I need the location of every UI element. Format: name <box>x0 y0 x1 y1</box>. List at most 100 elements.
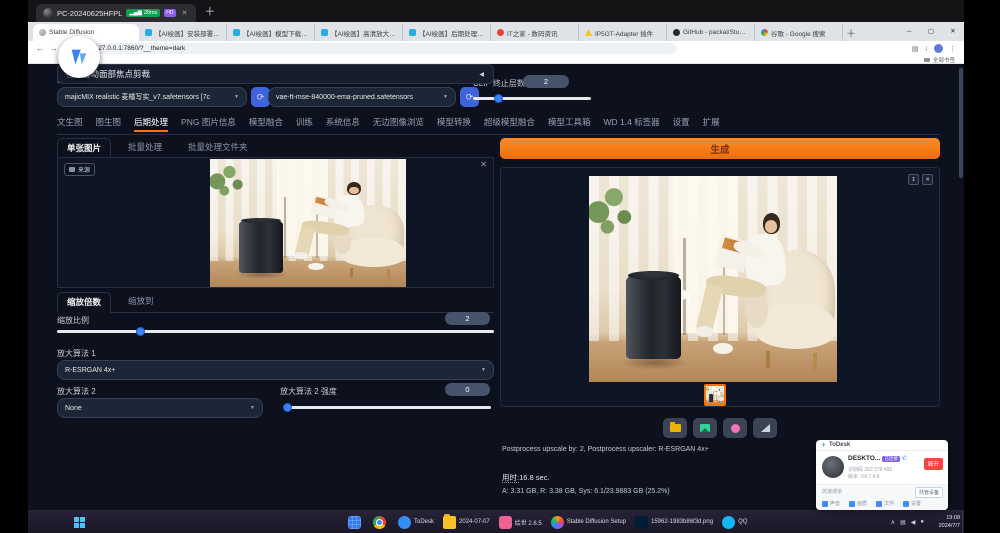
back-icon[interactable]: ← <box>36 44 44 53</box>
upscaler2-dropdown[interactable]: None▼ <box>57 398 263 418</box>
output-thumbnail[interactable] <box>704 384 726 406</box>
tab-favicon <box>321 29 328 36</box>
tray-network-icon[interactable]: ● <box>920 519 924 525</box>
webui-tab[interactable]: 文生图 <box>57 114 83 130</box>
host-device-button[interactable]: 托管设备 <box>915 487 943 498</box>
new-session-button[interactable]: ＋ <box>204 3 215 19</box>
taskbar-app[interactable]: 绘世 2.6.5 <box>499 516 542 529</box>
webui-tab[interactable]: WD 1.4 标签器 <box>603 114 659 130</box>
all-bookmarks-label[interactable]: 全部书签 <box>933 56 955 64</box>
close-session-icon[interactable]: ✕ <box>180 9 190 17</box>
webui-tab[interactable]: 设置 <box>673 114 690 130</box>
tray-volume-icon[interactable]: ◀ <box>911 519 916 526</box>
clip-skip-slider[interactable] <box>473 97 591 100</box>
browser-tab[interactable]: 【AI绘画】安装部署教程 - 哔哩哔哩 <box>139 24 227 41</box>
close-window-button[interactable]: ✕ <box>942 22 964 41</box>
webui-tab-bar: 文生图图生图后期处理 PNG 图片信息模型融合训练系统信息无边图像浏览模型转换超级… <box>57 114 940 135</box>
webui-tab[interactable]: 扩展 <box>703 114 720 130</box>
scale-mode-tab[interactable]: 缩放倍数 <box>57 292 111 313</box>
browser-tab[interactable]: IP5GT-Adapter 插件 <box>579 24 667 41</box>
source-image-dropzone[interactable]: 来源 ✕ <box>57 157 494 288</box>
minimize-button[interactable]: ─ <box>898 22 920 41</box>
taskbar-app[interactable]: 15962-1983b86f3d.png <box>635 516 713 529</box>
slider-handle[interactable] <box>283 403 292 412</box>
vae-dropdown[interactable]: vae-ft-mse-840000-ema-pruned.safetensors… <box>268 87 456 107</box>
upscaler2-visibility-slider[interactable] <box>283 406 491 409</box>
browser-tab[interactable]: GitHub - packai/Studio <box>667 24 755 41</box>
browser-tab[interactable]: 【AI绘画】模型下载使用 - 哔哩哔哩 <box>227 24 315 41</box>
open-folder-button[interactable] <box>663 418 687 438</box>
extras-subtab[interactable]: 批量处理文件夹 <box>179 138 257 158</box>
page-scrollbar[interactable] <box>959 68 963 178</box>
forward-icon[interactable]: → <box>50 44 58 53</box>
webui-tab[interactable]: 系统信息 <box>326 114 360 130</box>
webui-tab[interactable]: 图生图 <box>96 114 122 130</box>
webui-tab[interactable]: 模型融合 <box>249 114 283 130</box>
clip-skip-value[interactable]: 2 <box>523 75 569 88</box>
start-button[interactable] <box>74 517 85 528</box>
scale-ratio-slider[interactable] <box>57 330 494 333</box>
todesk-tool-button[interactable]: 画质 <box>849 500 867 507</box>
send-to-icon[interactable]: ↥ <box>908 174 919 185</box>
save-zip-button[interactable] <box>723 418 747 438</box>
generate-button[interactable]: 生成 <box>500 138 940 159</box>
extras-subtab[interactable]: 单张图片 <box>57 138 111 159</box>
phone-icon[interactable]: ✆ <box>902 455 907 462</box>
tray-expand-icon[interactable]: ∧ <box>891 519 895 526</box>
browser-tab[interactable]: 【AI绘画】高清放大教程 - 哔哩哔哩 <box>315 24 403 41</box>
system-tray: ∧ ▤ ◀ ● <box>891 511 924 533</box>
upscaler1-dropdown[interactable]: R-ESRGAN 4x+▼ <box>57 360 494 380</box>
todesk-tool-button[interactable]: 文件 <box>876 500 894 507</box>
webui-tab[interactable]: PNG 图片信息 <box>181 114 236 130</box>
todesk-tool-button[interactable]: 声音 <box>822 500 840 507</box>
webui-tab[interactable]: 模型工具箱 <box>548 114 591 130</box>
save-image-button[interactable] <box>693 418 717 438</box>
todesk-tool-button[interactable]: 设置 <box>903 500 921 507</box>
webui-tab[interactable]: 超级模型融合 <box>484 114 535 130</box>
output-actions <box>500 418 940 438</box>
scale-mode-tab[interactable]: 缩放到 <box>119 292 163 312</box>
extras-subtabs: 单张图片批量处理批量处理文件夹 <box>57 138 494 159</box>
remote-session-tab[interactable]: PC-20240625HFPL ▂▄▆28ms HD ✕ <box>36 4 196 22</box>
huishi-launcher-logo[interactable] <box>58 36 100 78</box>
disconnect-button[interactable]: 断开 <box>924 458 943 470</box>
taskbar-app[interactable]: ToDesk <box>398 516 434 529</box>
output-image-preview[interactable] <box>589 176 837 382</box>
extras-subtab[interactable]: 批量处理 <box>119 138 171 158</box>
show-desktop-strip[interactable] <box>962 511 964 533</box>
clear-image-icon[interactable]: ✕ <box>480 160 487 169</box>
webui-tab[interactable]: 后期处理 <box>134 114 168 130</box>
send-to-extras-button[interactable] <box>753 418 777 438</box>
taskbar-clock[interactable]: 19:082024/7/7 <box>939 515 960 531</box>
download-icon[interactable]: ↓ <box>925 45 929 52</box>
webui-tab[interactable]: 模型转换 <box>437 114 471 130</box>
accordion-row[interactable]: 自动面部焦点剪裁 ◀ <box>57 64 494 84</box>
browser-tab[interactable]: 【AI绘画】后期处理流程 - 哔哩哔哩 <box>403 24 491 41</box>
scale-ratio-value[interactable]: 2 <box>445 312 490 325</box>
app-icon <box>722 516 735 529</box>
new-tab-button[interactable]: ＋ <box>846 25 856 40</box>
browser-tab[interactable]: IT之家 - 数码资讯 <box>491 24 579 41</box>
upscaler2-visibility-value[interactable]: 0 <box>445 383 490 396</box>
extensions-icon[interactable]: ▤ <box>912 45 919 53</box>
browser-tab[interactable]: 谷歌 - Google 搜索 <box>755 24 843 41</box>
webui-tab[interactable]: 无边图像浏览 <box>373 114 424 130</box>
todesk-session-titlebar: PC-20240625HFPL ▂▄▆28ms HD ✕ ＋ <box>28 0 964 22</box>
sd-model-dropdown[interactable]: majicMIX realistic 麦橘写实_v7.safetensors [… <box>57 87 247 107</box>
maximize-button[interactable]: ▢ <box>920 22 942 41</box>
taskbar-app[interactable] <box>373 516 389 529</box>
taskbar-app[interactable]: 2024-07-07 <box>443 516 490 529</box>
profile-avatar[interactable] <box>934 44 943 53</box>
webui-tab[interactable]: 训练 <box>296 114 313 130</box>
address-bar[interactable]: ⓘ 127.0.0.1:7860/?__theme=dark <box>77 43 677 54</box>
close-preview-icon[interactable]: ✕ <box>922 174 933 185</box>
menu-icon[interactable]: ⋮ <box>949 45 956 53</box>
taskbar-app[interactable] <box>348 516 364 529</box>
todesk-popup-header[interactable]: ✈ ToDesk <box>816 440 948 451</box>
slider-handle[interactable] <box>494 94 503 103</box>
taskbar-app[interactable]: Stable Diffusion Setup <box>551 516 626 529</box>
slider-handle[interactable] <box>136 327 145 336</box>
input-image-preview[interactable] <box>210 159 406 287</box>
tray-ime-icon[interactable]: ▤ <box>900 519 906 526</box>
taskbar-app[interactable]: QQ <box>722 516 747 529</box>
